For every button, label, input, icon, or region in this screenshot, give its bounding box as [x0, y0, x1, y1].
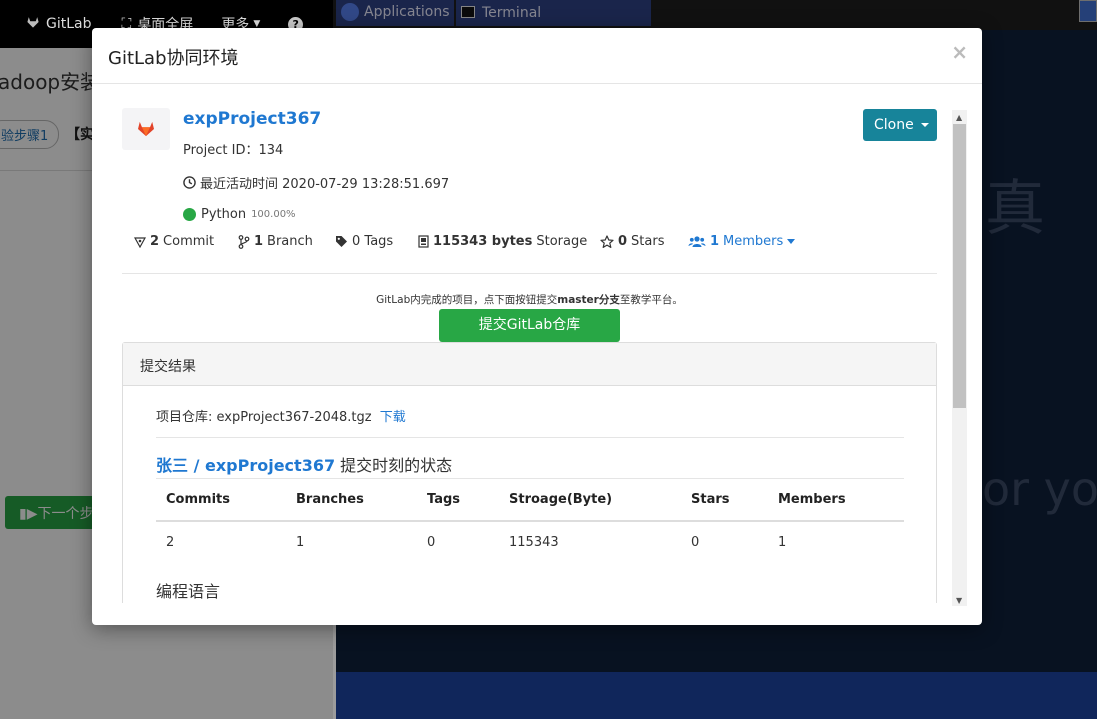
- project-stats: 2 Commit 1 Branch 0 Tags 115343 bytes St…: [134, 234, 934, 254]
- gitlab-modal: GitLab协同环境 × expProject367 Project ID：13…: [92, 28, 982, 625]
- gitlab-logo-icon: [138, 121, 154, 137]
- table-cell: 1: [778, 535, 787, 550]
- project-avatar: [122, 108, 170, 150]
- close-icon[interactable]: ×: [951, 40, 968, 64]
- stat-storage: 115343 bytes Storage: [418, 234, 587, 249]
- submit-gitlab-repo-button[interactable]: 提交GitLab仓库: [439, 309, 620, 342]
- stat-members-dropdown[interactable]: 1 Members: [688, 234, 796, 249]
- storage-icon: [418, 235, 429, 248]
- project-language: Python 100.00%: [183, 207, 296, 222]
- state-suffix: 提交时刻的状态: [335, 456, 453, 475]
- table-header-cell: Stroage(Byte): [509, 492, 613, 507]
- stat-tags-label: 0 Tags: [352, 234, 394, 249]
- modal-scrollbar[interactable]: ▲ ▼: [952, 110, 967, 606]
- stat-stars[interactable]: 0 Stars: [600, 234, 664, 249]
- clone-button[interactable]: Clone: [863, 109, 937, 141]
- gitlab-icon: [26, 15, 40, 33]
- divider: [156, 478, 904, 479]
- last-activity-text: 最近活动时间 2020-07-29 13:28:51.697: [200, 177, 450, 192]
- notice-prefix: GitLab内完成的项目，点下面按钮提交: [376, 294, 558, 306]
- commit-icon: [134, 236, 146, 248]
- tag-icon: [335, 235, 348, 248]
- caret-down-icon: [920, 123, 929, 127]
- state-title: 张三 / expProject367 提交时刻的状态: [156, 452, 452, 476]
- modal-header: GitLab协同环境 ×: [92, 28, 982, 84]
- table-cell: 2: [166, 535, 175, 550]
- divider: [122, 273, 937, 274]
- stat-storage-label: Storage: [536, 234, 588, 249]
- table-cell: 0: [427, 535, 436, 550]
- table-header-cell: Stars: [691, 492, 730, 507]
- stat-storage-num: 115343 bytes: [433, 234, 533, 249]
- modal-scroll-area[interactable]: expProject367 Project ID：134 最近活动时间 2020…: [122, 108, 967, 603]
- stat-commits-num: 2: [150, 234, 160, 249]
- scroll-down-icon[interactable]: ▼: [956, 596, 962, 605]
- stat-commits-label: Commit: [163, 234, 215, 249]
- stat-members-num: 1: [710, 234, 720, 249]
- project-id: Project ID：134: [183, 143, 284, 158]
- stat-stars-label: Stars: [631, 234, 665, 249]
- clock-icon: [183, 176, 196, 189]
- stat-branch-label: Branch: [267, 234, 313, 249]
- nav-brand-label: GitLab: [46, 16, 92, 32]
- table-cell: 1: [296, 535, 305, 550]
- stat-stars-num: 0: [618, 234, 628, 249]
- divider: [156, 437, 904, 438]
- table-header-cell: Commits: [166, 492, 230, 507]
- submit-result-panel: 提交结果 项目仓库: expProject367-2048.tgz 下载 张三 …: [122, 342, 937, 603]
- language-color-dot: [183, 208, 196, 221]
- project-name-link[interactable]: expProject367: [183, 109, 321, 129]
- table-header-cell: Branches: [296, 492, 364, 507]
- star-icon: [600, 234, 614, 249]
- language-percent: 100.00%: [251, 209, 296, 220]
- project-path-link[interactable]: 张三 / expProject367: [156, 456, 335, 475]
- modal-title: GitLab协同环境: [108, 48, 239, 69]
- stat-tags[interactable]: 0 Tags: [335, 234, 393, 249]
- table-header-divider: [156, 520, 904, 522]
- notice-suffix: 至教学平台。: [619, 294, 683, 306]
- scroll-up-icon[interactable]: ▲: [956, 113, 962, 122]
- clone-label: Clone: [874, 117, 914, 133]
- language-heading: 编程语言: [156, 582, 221, 601]
- users-icon: [688, 235, 706, 248]
- branch-icon: [238, 234, 250, 249]
- last-activity: 最近活动时间 2020-07-29 13:28:51.697: [183, 173, 449, 192]
- repo-line: 项目仓库: expProject367-2048.tgz 下载: [156, 406, 406, 425]
- stat-commits[interactable]: 2 Commit: [134, 234, 214, 249]
- scrollbar-thumb[interactable]: [953, 124, 966, 408]
- submit-notice: GitLab内完成的项目，点下面按钮提交master分支至教学平台。: [122, 292, 937, 307]
- language-name: Python: [201, 207, 247, 222]
- stat-branch-num: 1: [254, 234, 264, 249]
- table-header-cell: Tags: [427, 492, 461, 507]
- repo-label: 项目仓库: expProject367-2048.tgz: [156, 410, 372, 425]
- table-header-cell: Members: [778, 492, 846, 507]
- stat-members-label: Members: [723, 234, 784, 249]
- table-cell: 115343: [509, 535, 559, 550]
- download-link[interactable]: 下载: [380, 410, 406, 425]
- notice-branch: master分支: [557, 294, 620, 306]
- nav-brand[interactable]: GitLab: [26, 15, 92, 33]
- stat-branches[interactable]: 1 Branch: [238, 234, 313, 249]
- table-cell: 0: [691, 535, 700, 550]
- panel-heading: 提交结果: [123, 343, 936, 386]
- caret-down-icon: [787, 239, 796, 244]
